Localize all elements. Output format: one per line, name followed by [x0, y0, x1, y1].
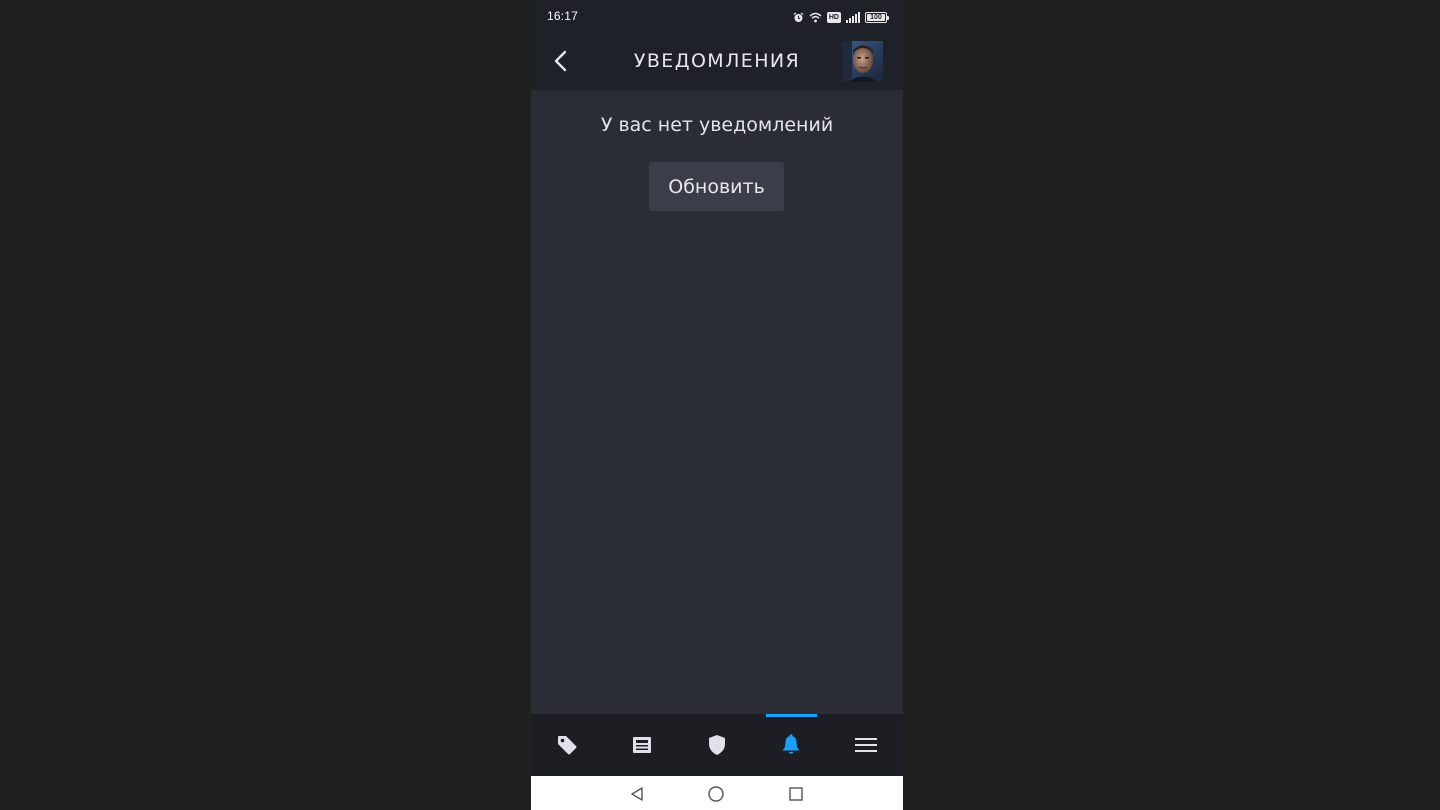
status-bar: 16:17 HD 100	[531, 0, 903, 33]
app-header: УВЕДОМЛЕНИЯ	[531, 33, 903, 90]
battery-icon: 100	[865, 11, 889, 23]
status-time: 16:17	[547, 9, 579, 23]
hd-icon: HD	[826, 11, 841, 23]
bell-icon	[782, 734, 800, 754]
system-nav-bar	[531, 776, 903, 810]
home-circle-icon	[708, 786, 724, 802]
hamburger-menu-icon	[855, 738, 877, 752]
news-icon	[633, 737, 651, 753]
nav-item-menu[interactable]	[846, 730, 886, 760]
wifi-icon	[809, 12, 822, 23]
nav-item-guard[interactable]	[697, 730, 737, 760]
nav-item-news[interactable]	[622, 730, 662, 760]
active-tab-indicator	[766, 714, 817, 717]
nav-item-store[interactable]	[547, 730, 587, 760]
status-icons: HD 100	[793, 9, 889, 25]
avatar[interactable]	[842, 41, 883, 82]
battery-level: 100	[870, 13, 882, 21]
notifications-content: У вас нет уведомлений Обновить	[531, 90, 903, 714]
tag-icon	[558, 736, 577, 755]
bottom-nav	[531, 714, 903, 776]
refresh-button[interactable]: Обновить	[649, 162, 784, 211]
phone-screen: 16:17 HD 100 УВЕДОМЛЕНИЯ У вас нет уведо…	[531, 0, 903, 810]
back-triangle-icon	[631, 787, 643, 801]
system-recents-button[interactable]	[786, 784, 806, 804]
recents-square-icon	[789, 787, 803, 801]
alarm-icon	[793, 12, 804, 23]
nav-item-notifications[interactable]	[771, 730, 811, 760]
signal-icon	[846, 11, 860, 23]
shield-icon	[709, 735, 725, 755]
system-home-button[interactable]	[706, 784, 726, 804]
empty-state-message: У вас нет уведомлений	[600, 114, 834, 136]
system-back-button[interactable]	[627, 784, 647, 804]
